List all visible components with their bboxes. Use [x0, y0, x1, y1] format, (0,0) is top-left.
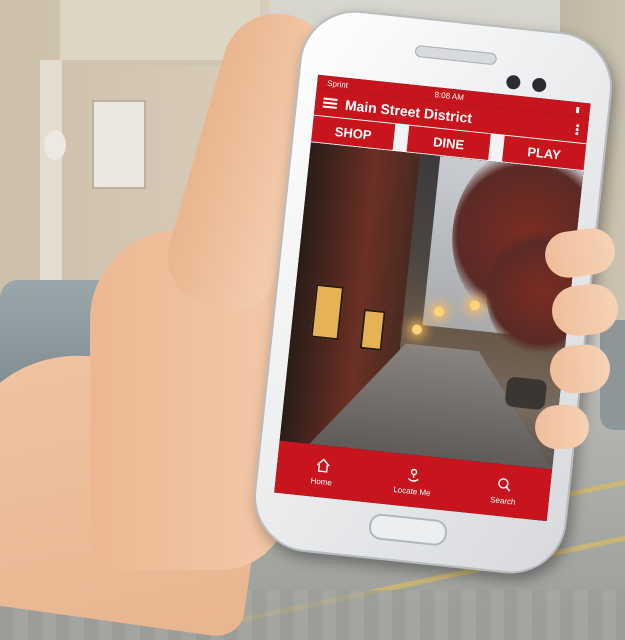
front-camera: [505, 74, 522, 90]
carrier-label: Sprint: [326, 78, 349, 90]
front-sensor: [531, 77, 547, 93]
status-time: 8:08 AM: [434, 89, 465, 102]
background-lamp: [44, 130, 66, 160]
nav-home[interactable]: Home: [274, 441, 370, 502]
background-column: [40, 60, 62, 310]
finger: [534, 404, 590, 450]
nav-search-label: Search: [489, 494, 516, 507]
nav-home-label: Home: [310, 475, 333, 487]
search-icon: [498, 477, 511, 492]
photo-shop-window: [310, 283, 345, 341]
phone-screen: Sprint 8:08 AM ▮ Main Street District SH…: [274, 74, 591, 522]
more-options-icon[interactable]: [575, 123, 580, 137]
photo-shop-window: [359, 308, 386, 351]
battery-icon: ▮: [575, 104, 581, 114]
nav-locate-me[interactable]: Locate Me: [365, 450, 461, 511]
phone-speaker: [414, 44, 498, 66]
phone-home-button[interactable]: [367, 512, 449, 547]
photo-car: [504, 376, 548, 411]
photo-street-lamp: [411, 324, 423, 336]
nav-locate-label: Locate Me: [393, 484, 432, 498]
hamburger-menu-icon[interactable]: [322, 96, 338, 111]
background-sign: [92, 100, 146, 189]
home-icon: [316, 457, 330, 473]
nav-search[interactable]: Search: [456, 460, 552, 521]
locate-icon: [407, 468, 419, 482]
